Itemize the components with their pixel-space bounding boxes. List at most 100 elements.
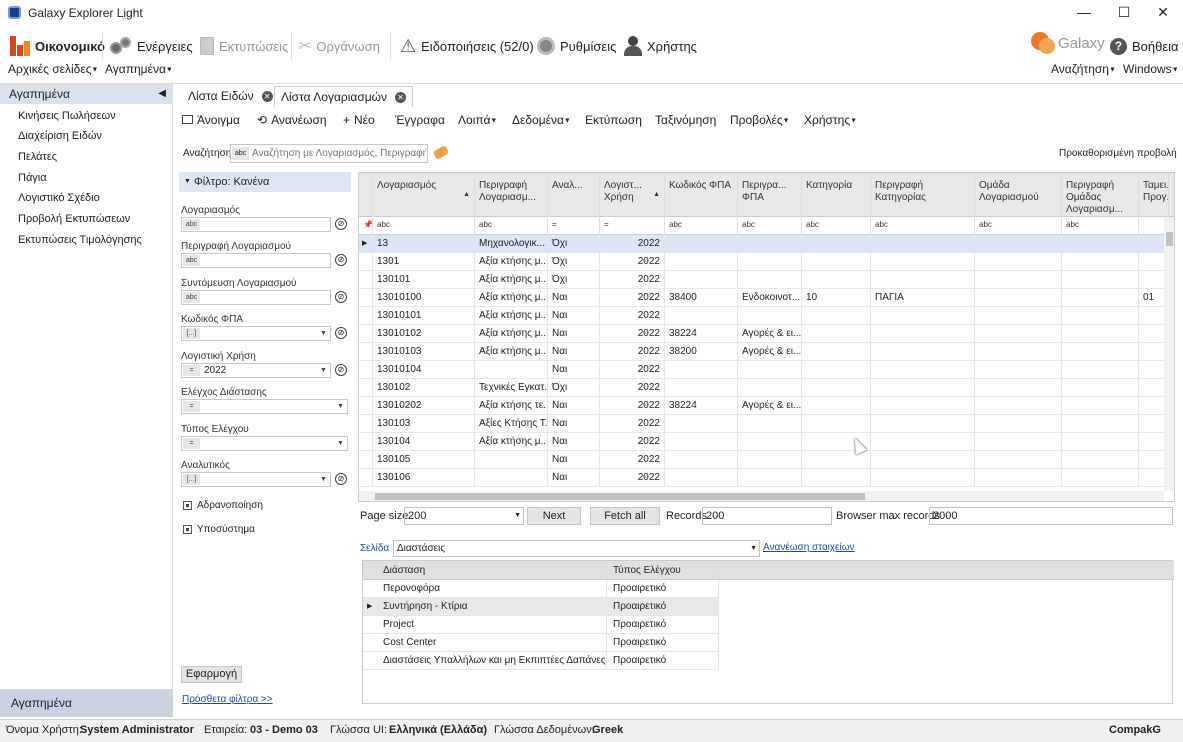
clear-filter-icon[interactable]: ⊘ — [335, 291, 347, 303]
grid-cell[interactable]: 2022 — [600, 415, 665, 433]
table-row[interactable]: 130102 Τεχνικές Εγκατ... Όχι 2022 — [359, 379, 1169, 397]
search-field[interactable]: abc — [230, 144, 428, 163]
grid-cell[interactable]: 130104 — [373, 433, 475, 451]
sidebar-item-invoice-prints[interactable]: Εκτυπώσεις Τιμολόγησης — [18, 234, 142, 246]
row-indicator[interactable]: ▶ — [363, 598, 377, 616]
column-filter-cell[interactable]: = — [548, 217, 600, 235]
filter-input[interactable]: abc — [181, 253, 331, 268]
grid-cell[interactable]: Αξία κτήσης μ... — [475, 289, 548, 307]
row-indicator[interactable] — [363, 652, 377, 670]
grid-cell[interactable]: Ναι — [548, 469, 600, 487]
new-button[interactable]: + Νέο — [343, 113, 375, 127]
table-row[interactable]: Διαστάσεις Υπαλλήλων και μη Εκπιπτέες Δα… — [363, 652, 719, 670]
grid-cell[interactable] — [1062, 415, 1139, 433]
grid-cell[interactable] — [802, 343, 871, 361]
grid-cell[interactable]: Ναι — [548, 343, 600, 361]
table-row[interactable]: 13010104 Ναι 2022 — [359, 361, 1169, 379]
sort-button[interactable]: Ταξινόμηση — [655, 113, 716, 127]
grid-cell[interactable] — [475, 469, 548, 487]
grid-cell[interactable]: 13010101 — [373, 307, 475, 325]
filter-input[interactable]: = ▼ — [181, 399, 348, 414]
table-row[interactable]: 13010103 Αξία κτήσης μ... Ναι 2022 38200 Αγορ… — [359, 343, 1169, 361]
grid-cell[interactable]: Ναι — [548, 397, 600, 415]
column-header[interactable]: Τύπος Ελέγχου — [607, 561, 719, 580]
grid-cell[interactable]: Ναι — [548, 325, 600, 343]
page-select[interactable]: Διαστάσεις ▼ — [393, 540, 760, 557]
collapse-icon[interactable]: ◀ — [158, 84, 166, 104]
apply-button[interactable]: Εφαρμογή — [181, 666, 242, 683]
refresh-button[interactable]: ⟲ Ανανέωση — [257, 113, 327, 127]
grid-cell[interactable]: Συντήρηση - Κτίρια — [377, 598, 607, 616]
grid-cell[interactable] — [665, 307, 738, 325]
row-indicator[interactable] — [359, 343, 373, 361]
grid-cell[interactable]: 38224 — [665, 325, 738, 343]
table-row[interactable]: ▶ Συντήρηση - Κτίρια Προαιρετικό — [363, 598, 719, 616]
grid-cell[interactable]: Όχι — [548, 379, 600, 397]
grid-cell[interactable] — [802, 307, 871, 325]
grid-cell[interactable] — [1062, 289, 1139, 307]
grid-cell[interactable] — [738, 253, 802, 271]
grid-cell[interactable]: Αξία κτήσης μ... — [475, 271, 548, 289]
browser-max-field[interactable]: 2000 — [929, 507, 1173, 525]
grid-cell[interactable]: 130105 — [373, 451, 475, 469]
grid-cell[interactable] — [802, 379, 871, 397]
grid-cell[interactable]: 2022 — [600, 361, 665, 379]
tab-accounts-list[interactable]: Λίστα Λογαριασμών ✕ — [274, 86, 414, 107]
grid-cell[interactable] — [1062, 397, 1139, 415]
row-indicator[interactable]: ▶ — [359, 235, 373, 253]
grid-cell[interactable] — [975, 235, 1062, 253]
grid-cell[interactable] — [975, 379, 1062, 397]
column-header[interactable]: Διάσταση — [377, 561, 607, 580]
records-field[interactable]: 200 — [702, 507, 832, 525]
grid-cell[interactable] — [871, 379, 975, 397]
more-filters-link[interactable]: Πρόσθετα φίλτρα >> — [182, 694, 273, 705]
grid-cell[interactable] — [665, 415, 738, 433]
grid-cell[interactable] — [665, 253, 738, 271]
menu-user[interactable]: Χρήστης — [624, 34, 697, 58]
grid-cell[interactable] — [1062, 307, 1139, 325]
grid-cell[interactable] — [1062, 379, 1139, 397]
grid-cell[interactable] — [665, 469, 738, 487]
user-dropdown[interactable]: Χρήστης▼ — [804, 113, 857, 127]
grid-cell[interactable] — [802, 361, 871, 379]
grid-cell[interactable]: 13010103 — [373, 343, 475, 361]
grid-cell[interactable] — [738, 433, 802, 451]
column-filter-cell[interactable]: abc — [802, 217, 871, 235]
grid-cell[interactable]: Ναι — [548, 307, 600, 325]
grid-cell[interactable]: Ενδοκοινοτ... — [738, 289, 802, 307]
grid-cell[interactable]: Αγορές & ει... — [738, 343, 802, 361]
grid-cell[interactable] — [871, 307, 975, 325]
grid-cell[interactable]: Αξία κτήσης μ... — [475, 253, 548, 271]
column-header[interactable]: Ταμει... Προγ... — [1139, 173, 1169, 217]
table-row[interactable]: 130105 Ναι 2022 — [359, 451, 1169, 469]
other-dropdown[interactable]: Λοιπά▼ — [458, 113, 497, 127]
row-indicator[interactable] — [363, 580, 377, 598]
row-indicator[interactable] — [359, 379, 373, 397]
grid-cell[interactable] — [1062, 451, 1139, 469]
grid-cell[interactable]: 2022 — [600, 379, 665, 397]
grid-cell[interactable] — [738, 451, 802, 469]
row-indicator[interactable] — [359, 253, 373, 271]
default-view-label[interactable]: Προκαθορισμένη προβολή — [1059, 148, 1177, 159]
inactive-checkbox[interactable]: Αδρανοποίηση — [183, 500, 263, 511]
row-indicator[interactable] — [359, 397, 373, 415]
caret-down-icon[interactable]: ▼ — [335, 438, 346, 449]
grid-cell[interactable] — [1062, 343, 1139, 361]
grid-cell[interactable] — [1062, 433, 1139, 451]
grid-cell[interactable]: Περονοφόρα — [377, 580, 607, 598]
grid-cell[interactable]: 2022 — [600, 253, 665, 271]
grid-cell[interactable] — [665, 235, 738, 253]
grid-cell[interactable] — [802, 469, 871, 487]
column-header[interactable]: Ομάδα Λογαριασμού — [975, 173, 1062, 217]
row-indicator[interactable] — [363, 616, 377, 634]
scroll-thumb[interactable] — [375, 493, 865, 500]
table-row[interactable]: Περονοφόρα Προαιρετικό — [363, 580, 719, 598]
page-size-select[interactable]: 200 ▼ — [404, 507, 524, 525]
column-filter-cell[interactable]: abc — [1062, 217, 1139, 235]
caret-down-icon[interactable]: ▼ — [318, 365, 329, 376]
grid-cell[interactable] — [871, 451, 975, 469]
grid-cell[interactable] — [738, 415, 802, 433]
grid-cell[interactable]: 10 — [802, 289, 871, 307]
sidebar-footer[interactable]: Αγαπημένα — [0, 689, 173, 717]
menu-actions[interactable]: Ενέργειες — [110, 34, 193, 58]
